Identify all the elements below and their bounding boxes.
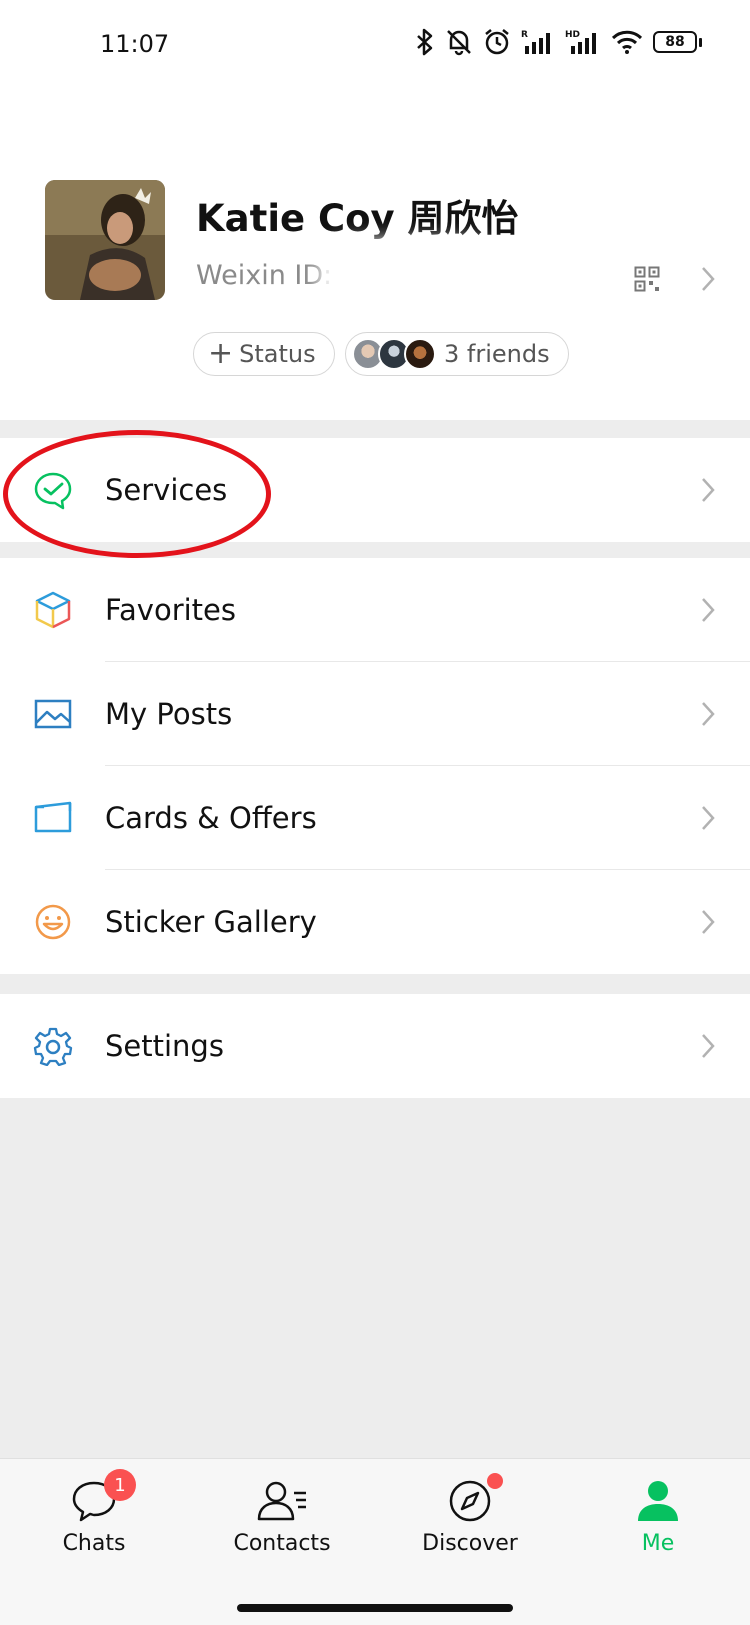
cards-offers-label: Cards & Offers: [105, 801, 317, 835]
menu-item-sticker-gallery[interactable]: Sticker Gallery: [0, 870, 750, 974]
friend-avatars: [352, 338, 436, 370]
contacts-icon: [256, 1477, 308, 1525]
status-bar: 11:07 R HD 88: [0, 0, 750, 90]
services-group: Services: [0, 438, 750, 542]
settings-group: Settings: [0, 994, 750, 1098]
status-time: 11:07: [100, 30, 170, 58]
cards-offers-icon: [32, 797, 74, 839]
me-label: Me: [641, 1531, 675, 1556]
bluetooth-icon: [417, 28, 433, 56]
profile-name: Katie Coy 周欣怡: [196, 197, 519, 240]
favorites-group: Favorites My Posts Cards & Offers Sticke…: [0, 558, 750, 974]
tab-me[interactable]: Me: [564, 1459, 750, 1579]
svg-text:R: R: [521, 30, 528, 40]
discover-notification-dot: [487, 1473, 503, 1489]
avatar[interactable]: [45, 180, 165, 300]
menu-item-my-posts[interactable]: My Posts: [0, 662, 750, 766]
menu-item-cards-offers[interactable]: Cards & Offers: [0, 766, 750, 870]
bottom-tab-bar: 1 Chats Contacts Discover Me: [0, 1458, 750, 1625]
battery-level: 88: [653, 31, 697, 53]
signal-hd-icon: HD: [565, 30, 596, 54]
plus-icon: +: [208, 336, 234, 371]
profile-header[interactable]: Katie Coy 周欣怡 Weixin ID: k + Status 3 fr…: [0, 90, 750, 420]
chats-label: Chats: [62, 1531, 126, 1556]
my-posts-icon: [32, 693, 74, 735]
sticker-gallery-icon: [32, 901, 74, 943]
menu-item-services[interactable]: Services: [0, 438, 750, 542]
redaction-blur: [330, 250, 490, 308]
sticker-gallery-label: Sticker Gallery: [105, 905, 317, 939]
settings-gear-icon: [32, 1025, 74, 1067]
services-label: Services: [105, 473, 228, 507]
chevron-right-icon: [702, 598, 715, 622]
battery-icon: 88: [653, 31, 702, 53]
chats-badge: 1: [104, 1469, 136, 1501]
chevron-right-icon: [702, 478, 715, 502]
settings-label: Settings: [105, 1029, 224, 1063]
signal-r-icon: R: [521, 30, 550, 54]
chats-icon: 1: [70, 1469, 136, 1525]
status-label: Status: [239, 340, 316, 368]
friends-label: 3 friends: [444, 340, 550, 368]
mute-bell-icon: [447, 30, 471, 56]
me-person-icon: [636, 1477, 680, 1525]
chevron-right-icon: [702, 910, 715, 934]
my-posts-label: My Posts: [105, 697, 233, 731]
discover-compass-icon: [447, 1473, 503, 1525]
services-icon: [32, 469, 74, 511]
chevron-right-icon: [702, 702, 715, 726]
friend-avatar: [404, 338, 436, 370]
contacts-label: Contacts: [233, 1531, 331, 1556]
status-icons: R HD 88: [415, 28, 702, 56]
discover-label: Discover: [422, 1531, 518, 1556]
chevron-right-icon: [702, 806, 715, 830]
tab-chats[interactable]: 1 Chats: [0, 1459, 188, 1579]
add-status-button[interactable]: + Status: [193, 332, 335, 376]
tab-discover[interactable]: Discover: [376, 1459, 564, 1579]
alarm-icon: [485, 29, 509, 55]
friends-status-button[interactable]: 3 friends: [345, 332, 569, 376]
svg-text:HD: HD: [565, 30, 580, 40]
chevron-right-icon: [702, 267, 715, 291]
chevron-right-icon: [702, 1034, 715, 1058]
wifi-icon: [611, 30, 643, 54]
menu-item-favorites[interactable]: Favorites: [0, 558, 750, 662]
tab-contacts[interactable]: Contacts: [188, 1459, 376, 1579]
menu-item-settings[interactable]: Settings: [0, 994, 750, 1098]
home-indicator[interactable]: [237, 1604, 513, 1612]
favorites-icon: [32, 589, 74, 631]
favorites-label: Favorites: [105, 593, 236, 627]
qr-code-icon[interactable]: [634, 266, 660, 292]
